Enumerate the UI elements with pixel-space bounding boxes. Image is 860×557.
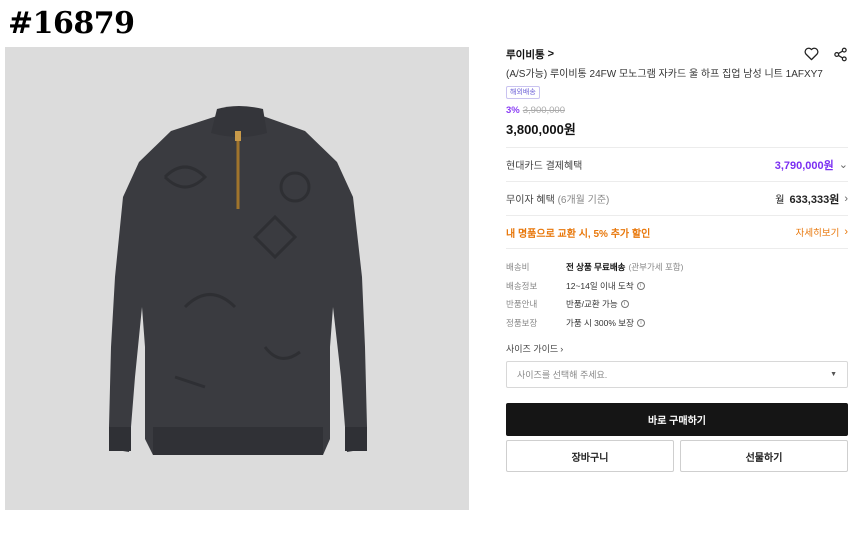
card-benefit-price: 3,790,000원 [774, 159, 834, 172]
share-icon[interactable] [833, 47, 848, 62]
brand-name: 루이비통 [506, 48, 545, 61]
overseas-shipping-badge: 해외배송 [506, 86, 540, 99]
chevron-right-icon: › [844, 192, 848, 205]
promo-label: 내 명품으로 교환 시, 5% 추가 할인 [506, 228, 651, 240]
heart-icon[interactable] [804, 47, 819, 61]
size-guide-link[interactable]: 사이즈 가이드 › [506, 342, 848, 355]
chevron-right-icon: › [844, 226, 848, 238]
add-to-cart-button[interactable]: 장바구니 [506, 440, 674, 472]
brand-link[interactable]: 루이비통 > [506, 47, 554, 62]
detail-shipping-fee: 배송비 전 상품 무료배송 (관부가세 포함) [506, 262, 684, 273]
sale-price: 3,800,000원 [506, 122, 576, 137]
chevron-down-icon: ⌄ [838, 159, 848, 171]
buy-now-button[interactable]: 바로 구매하기 [506, 403, 848, 436]
discount-rate: 3% [506, 105, 520, 116]
delivery-details: 배송비 전 상품 무료배송 (관부가세 포함) 배송정보 12~14일 이내 도착… [506, 248, 848, 332]
product-id: #16879 [8, 6, 135, 41]
original-price: 3,900,000 [522, 105, 565, 116]
promo-detail-link[interactable]: 자세히보기 [796, 225, 840, 239]
chevron-right-icon: > [547, 48, 555, 60]
product-info-panel: 루이비통 > (A/S가능) 루이비통 24FW 모노그램 자카드 울 하프 집… [506, 44, 848, 472]
detail-delivery-info: 배송정보 12~14일 이내 도착 i [506, 277, 848, 296]
monthly-price: 633,333원 [789, 193, 840, 206]
trade-in-promo-row[interactable]: 내 명품으로 교환 시, 5% 추가 할인 자세히보기 › [506, 215, 848, 248]
size-select[interactable]: 사이즈를 선택해 주세요. ▼ [506, 361, 848, 388]
card-benefit-row[interactable]: 현대카드 결제혜택 3,790,000원 ⌄ [506, 147, 848, 181]
info-icon[interactable]: i [636, 318, 645, 327]
card-benefit-label: 현대카드 결제혜택 [506, 161, 583, 172]
chevron-right-icon: › [560, 343, 564, 354]
detail-return-info: 반품안내 반품/교환 가능 i [506, 295, 848, 314]
caret-down-icon: ▼ [830, 371, 837, 378]
monthly-prefix: 월 [775, 195, 785, 206]
product-image[interactable] [5, 47, 469, 510]
detail-authenticity: 정품보장 가품 시 300% 보장 i [506, 314, 848, 333]
interest-free-row[interactable]: 무이자 혜택 (6개월 기준) 월 633,333원 › [506, 181, 848, 215]
product-name: (A/S가능) 루이비통 24FW 모노그램 자카드 울 하프 집업 남성 니트… [506, 69, 823, 80]
interest-free-label: 무이자 혜택 (6개월 기준) [506, 195, 610, 206]
gift-button[interactable]: 선물하기 [680, 440, 848, 472]
info-icon[interactable]: i [620, 300, 629, 309]
info-icon[interactable]: i [636, 281, 645, 290]
size-select-placeholder: 사이즈를 선택해 주세요. [517, 370, 608, 380]
